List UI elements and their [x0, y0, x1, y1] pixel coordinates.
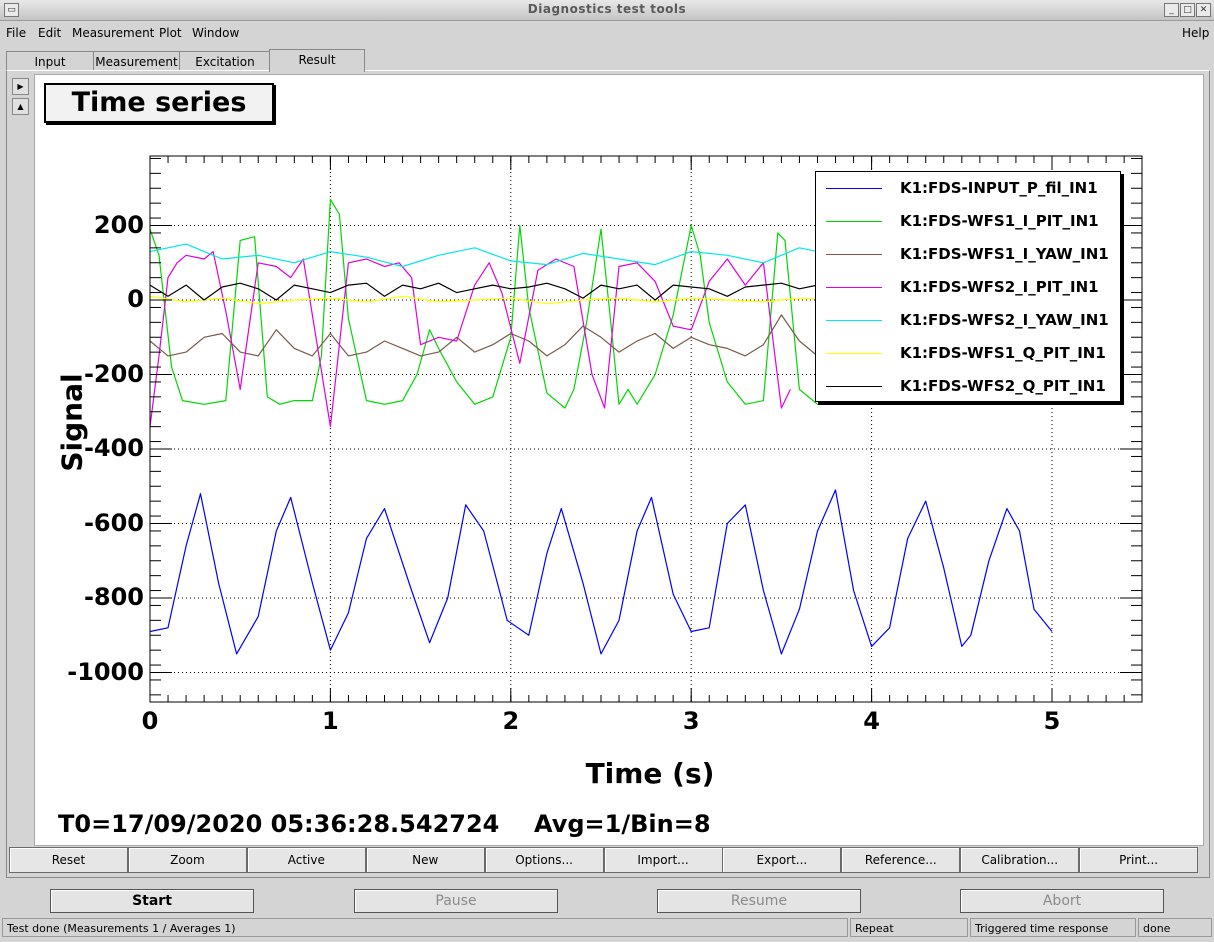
- legend-swatch: [826, 221, 882, 222]
- active-button[interactable]: Active: [246, 847, 366, 873]
- legend-entry[interactable]: K1:FDS-INPUT_P_fil_IN1: [826, 173, 1116, 206]
- x-tick-label: 2: [502, 707, 520, 735]
- legend-label: K1:FDS-WFS1_Q_PIT_IN1: [900, 344, 1106, 362]
- legend-entry[interactable]: K1:FDS-WFS1_I_PIT_IN1: [826, 206, 1116, 239]
- legend-label: K1:FDS-WFS2_I_YAW_IN1: [900, 311, 1109, 329]
- tab-result[interactable]: Result: [269, 49, 365, 72]
- y-tick-label: -800: [83, 583, 144, 611]
- status-type: Triggered time response: [970, 918, 1136, 937]
- zoom-button[interactable]: Zoom: [127, 847, 247, 873]
- calibration-button[interactable]: Calibration...: [960, 847, 1080, 873]
- legend-entry[interactable]: K1:FDS-WFS2_I_YAW_IN1: [826, 305, 1116, 338]
- legend-entry[interactable]: K1:FDS-WFS2_Q_PIT_IN1: [826, 371, 1116, 404]
- reset-button[interactable]: Reset: [9, 847, 128, 873]
- series-line: [149, 489, 1053, 655]
- export-button[interactable]: Export...: [722, 847, 842, 873]
- status-message: Test done (Measurements 1 / Averages 1): [2, 918, 848, 937]
- legend-swatch: [826, 320, 882, 321]
- y-tick-label: -1000: [67, 657, 144, 686]
- legend-swatch: [826, 287, 882, 288]
- t0-timestamp: T0=17/09/2020 05:36:28.542724: [58, 810, 500, 838]
- x-tick-label: 3: [682, 707, 700, 735]
- legend-swatch: [826, 353, 882, 354]
- legend-swatch: [826, 254, 882, 255]
- y-tick-label: 200: [93, 210, 144, 239]
- y-axis-label: Signal: [55, 373, 89, 472]
- avg-bin-info: Avg=1/Bin=8: [534, 810, 711, 838]
- time-series-plot[interactable]: [0, 0, 1214, 942]
- reference-button[interactable]: Reference...: [841, 847, 961, 873]
- legend[interactable]: K1:FDS-INPUT_P_fil_IN1 K1:FDS-WFS1_I_PIT_…: [815, 171, 1121, 402]
- y-tick-label: -600: [83, 508, 144, 537]
- new-button[interactable]: New: [365, 847, 485, 873]
- x-axis-label: Time (s): [585, 757, 715, 790]
- legend-label: K1:FDS-INPUT_P_fil_IN1: [900, 179, 1098, 197]
- legend-label: K1:FDS-WFS1_I_PIT_IN1: [900, 212, 1099, 230]
- x-tick-label: 0: [141, 707, 159, 735]
- legend-swatch: [826, 386, 882, 387]
- x-tick-label: 5: [1043, 707, 1061, 735]
- pause-button[interactable]: Pause: [354, 889, 558, 913]
- legend-label: K1:FDS-WFS2_I_PIT_IN1: [900, 278, 1099, 296]
- status-mode: Repeat: [850, 918, 968, 937]
- series-line: [149, 314, 836, 357]
- print-button[interactable]: Print...: [1079, 847, 1199, 873]
- y-tick-label: 0: [127, 285, 144, 313]
- x-tick-label: 4: [863, 707, 880, 735]
- legend-swatch: [826, 188, 882, 189]
- start-button[interactable]: Start: [50, 889, 254, 913]
- status-state: done: [1138, 918, 1212, 937]
- legend-entry[interactable]: K1:FDS-WFS1_Q_PIT_IN1: [826, 338, 1116, 371]
- series-line: [149, 243, 836, 268]
- x-tick-label: 1: [322, 707, 339, 735]
- abort-button[interactable]: Abort: [960, 889, 1164, 913]
- legend-label: K1:FDS-WFS2_Q_PIT_IN1: [900, 377, 1106, 395]
- legend-label: K1:FDS-WFS1_I_YAW_IN1: [900, 245, 1109, 263]
- legend-entry[interactable]: K1:FDS-WFS1_I_YAW_IN1: [826, 239, 1116, 272]
- legend-entry[interactable]: K1:FDS-WFS2_I_PIT_IN1: [826, 272, 1116, 305]
- options-button[interactable]: Options...: [484, 847, 604, 873]
- import-button[interactable]: Import...: [603, 847, 723, 873]
- resume-button[interactable]: Resume: [657, 889, 861, 913]
